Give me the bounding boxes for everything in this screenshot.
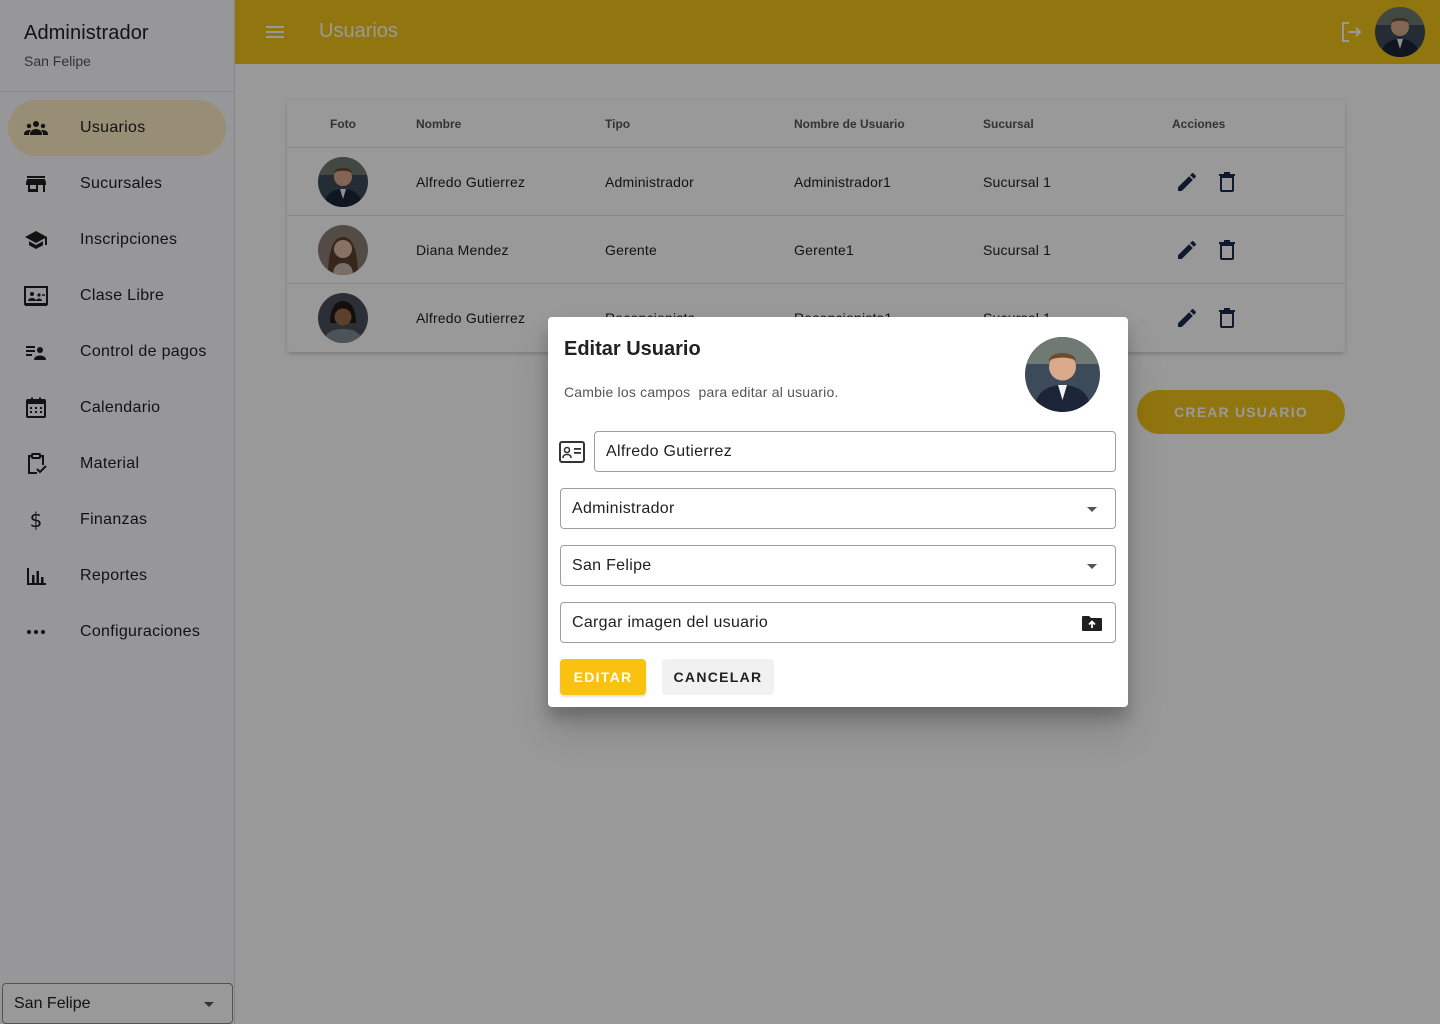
edit-button[interactable]: EDITAR xyxy=(560,659,646,695)
folder-upload-icon[interactable] xyxy=(1081,614,1103,632)
dialog-subtitle: Cambie los campos para editar al usuario… xyxy=(564,384,839,400)
branch-field-value: San Felipe xyxy=(572,556,652,574)
user-type-value: Administrador xyxy=(572,499,675,517)
dialog-title: Editar Usuario xyxy=(564,338,701,360)
name-field[interactable]: Alfredo Gutierrez xyxy=(594,431,1116,472)
avatar xyxy=(1025,337,1100,412)
id-card-icon xyxy=(559,441,585,463)
chevron-down-icon xyxy=(1087,564,1097,569)
chevron-down-icon xyxy=(1087,507,1097,512)
cancel-button[interactable]: CANCELAR xyxy=(662,659,774,695)
branch-field-select[interactable]: San Felipe xyxy=(560,545,1116,586)
upload-image-label: Cargar imagen del usuario xyxy=(572,613,769,631)
edit-user-dialog: Editar Usuario Cambie los campos para ed… xyxy=(548,317,1128,707)
upload-image-field[interactable]: Cargar imagen del usuario xyxy=(560,602,1116,643)
user-type-select[interactable]: Administrador xyxy=(560,488,1116,529)
name-field-value: Alfredo Gutierrez xyxy=(606,442,733,460)
